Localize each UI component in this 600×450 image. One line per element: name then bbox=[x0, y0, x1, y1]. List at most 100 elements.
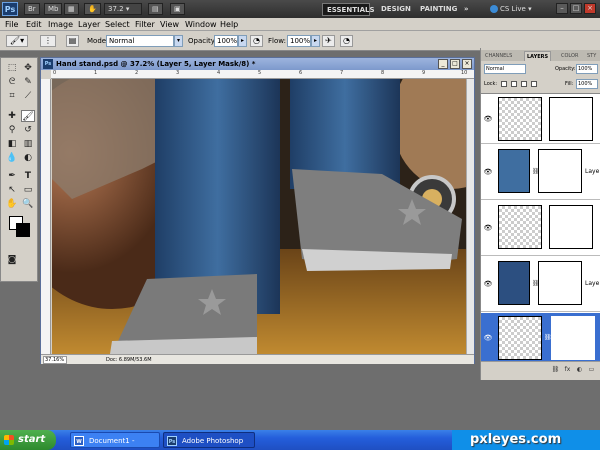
layer-mask-thumbnail[interactable] bbox=[538, 261, 582, 305]
taskbar-item-photoshop[interactable]: Ps Adobe Photoshop CS5 bbox=[163, 432, 255, 448]
maximize-button[interactable]: □ bbox=[570, 3, 582, 14]
lock-pixels-icon[interactable] bbox=[511, 81, 517, 87]
layer-style-icon[interactable]: fx bbox=[563, 365, 572, 374]
layer-mask-thumbnail[interactable] bbox=[549, 97, 593, 141]
visibility-eye-icon[interactable]: 👁 bbox=[483, 114, 493, 124]
menu-view[interactable]: View bbox=[160, 19, 179, 30]
vertical-ruler[interactable] bbox=[41, 79, 51, 354]
layer-row[interactable]: 👁 bbox=[481, 94, 600, 144]
image-canvas[interactable] bbox=[52, 79, 466, 354]
tab-color[interactable]: COLOR bbox=[559, 51, 580, 61]
start-button[interactable]: start bbox=[0, 430, 56, 450]
link-chain-icon[interactable]: ⛓ bbox=[532, 279, 540, 289]
type-tool-icon[interactable]: T bbox=[21, 170, 35, 182]
grid-icon[interactable]: ▦ bbox=[64, 3, 79, 15]
pressure-opacity-icon[interactable]: ◔ bbox=[250, 35, 263, 47]
tab-layers[interactable]: LAYERS bbox=[524, 51, 552, 61]
layer-mask-thumbnail[interactable] bbox=[551, 316, 595, 360]
new-layer-icon[interactable]: ▭ bbox=[587, 365, 596, 374]
layer-opacity-field[interactable]: 100% bbox=[576, 64, 598, 74]
menu-select[interactable]: Select bbox=[105, 19, 130, 30]
menu-file[interactable]: File bbox=[5, 19, 18, 30]
history-brush-tool-icon[interactable]: ↺ bbox=[21, 124, 35, 136]
workspace-essentials[interactable]: ESSENTIALS bbox=[322, 3, 375, 16]
blend-mode-select[interactable]: Normal bbox=[484, 64, 526, 74]
lasso-tool-icon[interactable]: ᘓ bbox=[5, 76, 19, 88]
flow-field[interactable]: 100% bbox=[287, 35, 311, 47]
brush-size-icon[interactable]: ⋮ bbox=[40, 35, 56, 47]
lock-position-icon[interactable] bbox=[521, 81, 527, 87]
stamp-tool-icon[interactable]: ⚲ bbox=[5, 124, 19, 136]
minimize-button[interactable]: – bbox=[556, 3, 568, 14]
brush-tool-icon[interactable]: 🖌 bbox=[21, 110, 35, 122]
horizontal-ruler[interactable]: 0 1 2 3 4 5 6 7 8 9 10 bbox=[51, 70, 474, 79]
pen-tool-icon[interactable]: ✒ bbox=[5, 170, 19, 182]
path-select-tool-icon[interactable]: ↖ bbox=[5, 184, 19, 196]
move-tool-icon[interactable]: ✥ bbox=[21, 62, 35, 74]
document-title-bar[interactable]: Ps Hand stand.psd @ 37.2% (Layer 5, Laye… bbox=[41, 58, 474, 70]
visibility-eye-icon[interactable]: 👁 bbox=[483, 279, 493, 289]
workspace-design[interactable]: DESIGN bbox=[377, 3, 415, 16]
shape-tool-icon[interactable]: ▭ bbox=[21, 184, 35, 196]
tab-styles[interactable]: STY bbox=[585, 51, 598, 61]
zoom-tool-icon[interactable]: 🔍 bbox=[21, 198, 35, 210]
quick-mask-icon[interactable]: ◙ bbox=[5, 254, 19, 266]
layer-mask-thumbnail[interactable] bbox=[549, 205, 593, 249]
eyedropper-tool-icon[interactable]: ⟋ bbox=[21, 90, 35, 102]
menu-window[interactable]: Window bbox=[185, 19, 217, 30]
link-layers-icon[interactable]: ⛓ bbox=[551, 365, 560, 374]
healing-tool-icon[interactable]: ✚ bbox=[5, 110, 19, 122]
layer-row[interactable]: 👁 ⛓ Laye bbox=[481, 257, 600, 312]
mode-dropdown-arrow[interactable]: ▾ bbox=[174, 35, 183, 47]
layer-row-selected[interactable]: 👁 ⛓ bbox=[481, 313, 600, 361]
fill-field[interactable]: 100% bbox=[576, 79, 598, 89]
doc-maximize-button[interactable]: □ bbox=[450, 59, 460, 69]
background-color-swatch[interactable] bbox=[16, 223, 30, 237]
workspace-more-button[interactable]: » bbox=[460, 3, 473, 16]
brush-panel-icon[interactable]: ▤ bbox=[66, 35, 79, 47]
lock-transparency-icon[interactable] bbox=[501, 81, 507, 87]
doc-minimize-button[interactable]: _ bbox=[438, 59, 448, 69]
lock-all-icon[interactable] bbox=[531, 81, 537, 87]
screen-mode-icon[interactable]: ▣ bbox=[170, 3, 185, 15]
mode-select[interactable]: Normal bbox=[106, 35, 174, 47]
arrange-docs-icon[interactable]: ▤ bbox=[148, 3, 163, 15]
menu-help[interactable]: Help bbox=[220, 19, 238, 30]
adjustment-layer-icon[interactable]: ◐ bbox=[575, 365, 584, 374]
link-chain-icon[interactable]: ⛓ bbox=[532, 167, 540, 177]
airbrush-icon[interactable]: ✈ bbox=[322, 35, 335, 47]
link-chain-icon[interactable]: ⛓ bbox=[544, 333, 552, 343]
blur-tool-icon[interactable]: 💧 bbox=[5, 152, 19, 164]
opacity-arrow[interactable]: ▸ bbox=[238, 35, 247, 47]
crop-tool-icon[interactable]: ⌗ bbox=[5, 90, 19, 102]
visibility-eye-icon[interactable]: 👁 bbox=[483, 167, 493, 177]
menu-edit[interactable]: Edit bbox=[26, 19, 42, 30]
menu-layer[interactable]: Layer bbox=[78, 19, 100, 30]
brush-preset-icon[interactable]: 🖌▾ bbox=[6, 35, 28, 47]
layer-row[interactable]: 👁 bbox=[481, 201, 600, 256]
workspace-painting[interactable]: PAINTING bbox=[416, 3, 461, 16]
layer-row[interactable]: 👁 ⛓ Laye bbox=[481, 145, 600, 200]
bridge-icon[interactable]: Br bbox=[24, 3, 40, 15]
cs-live-button[interactable]: CS Live ▾ bbox=[490, 3, 532, 16]
taskbar-item-word[interactable]: W Document1 - Microsof... bbox=[70, 432, 160, 448]
quick-select-tool-icon[interactable]: ✎ bbox=[21, 76, 35, 88]
marquee-tool-icon[interactable]: ⬚ bbox=[5, 62, 19, 74]
zoom-level-field[interactable]: 37.2 ▾ bbox=[104, 3, 142, 15]
document-size-info[interactable]: Doc: 6.89M/53.6M bbox=[106, 356, 152, 364]
zoom-percentage-field[interactable]: 37.16% bbox=[43, 356, 67, 364]
visibility-eye-icon[interactable]: 👁 bbox=[483, 333, 493, 343]
vertical-scrollbar[interactable] bbox=[466, 79, 474, 354]
gradient-tool-icon[interactable]: ▥ bbox=[21, 138, 35, 150]
flow-arrow[interactable]: ▸ bbox=[311, 35, 320, 47]
menu-filter[interactable]: Filter bbox=[135, 19, 155, 30]
visibility-eye-icon[interactable]: 👁 bbox=[483, 223, 493, 233]
opacity-field[interactable]: 100% bbox=[214, 35, 238, 47]
doc-close-button[interactable]: × bbox=[462, 59, 472, 69]
pressure-size-icon[interactable]: ◔ bbox=[340, 35, 353, 47]
hand-tool-icon[interactable]: ✋ bbox=[5, 198, 19, 210]
minibridge-icon[interactable]: Mb bbox=[44, 3, 63, 15]
hand-tool-icon[interactable]: ✋ bbox=[84, 3, 101, 15]
eraser-tool-icon[interactable]: ◧ bbox=[5, 138, 19, 150]
layer-mask-thumbnail[interactable] bbox=[538, 149, 582, 193]
